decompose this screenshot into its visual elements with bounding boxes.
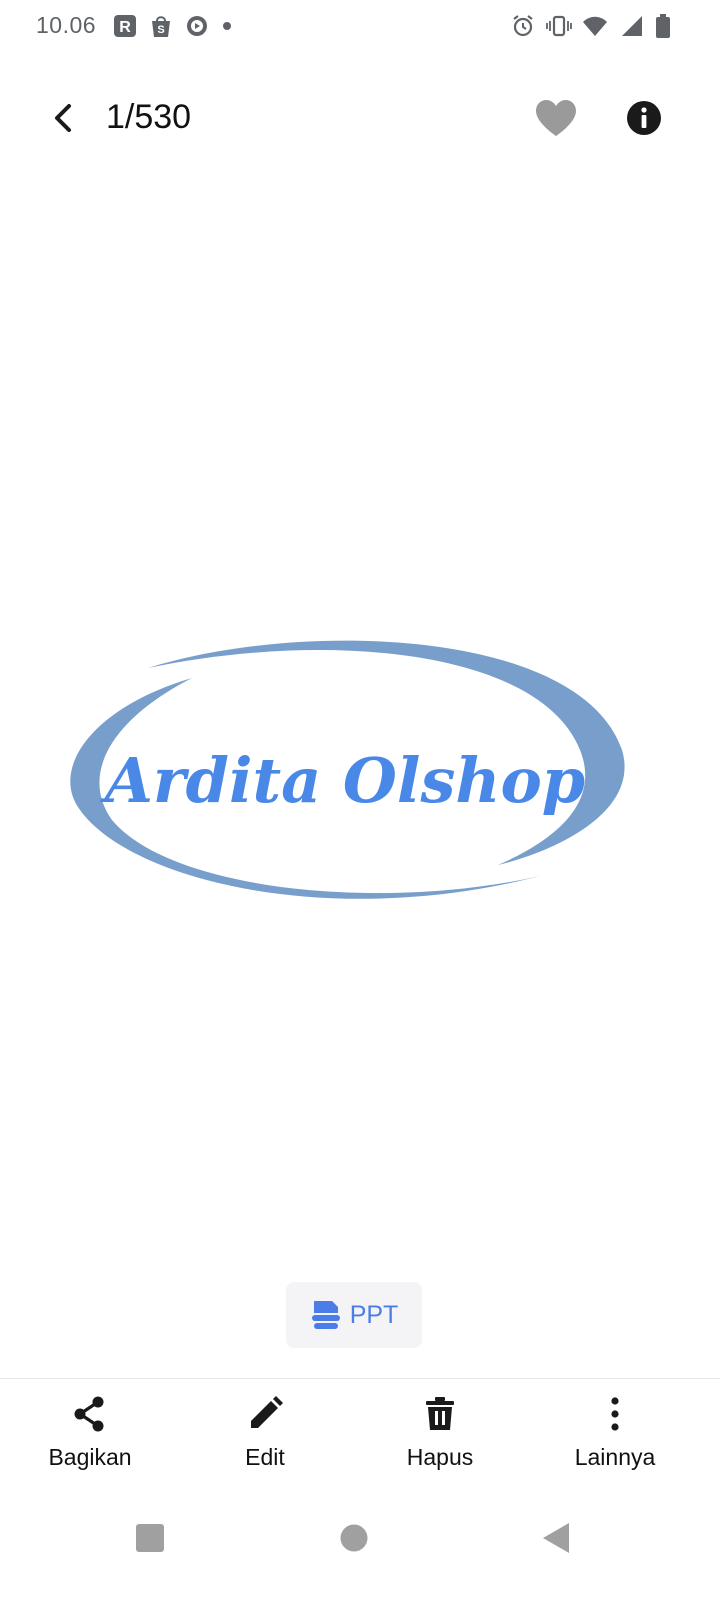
info-icon	[627, 101, 661, 135]
system-nav-bar	[0, 1494, 720, 1600]
home-button[interactable]	[324, 1508, 384, 1568]
back-button[interactable]	[40, 94, 88, 142]
square-icon	[136, 1524, 164, 1552]
edit-label: Edit	[245, 1444, 285, 1470]
r-app-icon: R	[114, 15, 136, 37]
notification-icons: R S	[112, 13, 234, 39]
favorite-button[interactable]	[532, 94, 580, 142]
share-button[interactable]: Bagikan	[2, 1394, 178, 1486]
alarm-icon	[513, 15, 533, 37]
info-button[interactable]	[620, 94, 668, 142]
vibrate-icon	[546, 15, 572, 37]
arrow-left-icon	[55, 104, 71, 132]
cell-signal-icon	[622, 16, 642, 36]
share-icon	[74, 1396, 104, 1432]
photo-viewer[interactable]: Ardita Olshop	[0, 160, 720, 1270]
status-bar: 10.06 R S	[0, 0, 720, 54]
more-vert-icon	[611, 1397, 619, 1431]
battery-icon	[656, 14, 670, 38]
action-bar: Bagikan Edit Hapus Lainnya	[0, 1380, 720, 1490]
triangle-back-icon	[543, 1523, 569, 1553]
svg-text:R: R	[119, 19, 131, 36]
ppt-chip[interactable]: PPT	[286, 1282, 422, 1348]
nav-back-button[interactable]	[526, 1508, 586, 1568]
photo-image: Ardita Olshop	[70, 640, 625, 899]
more-label: Lainnya	[574, 1444, 656, 1470]
photo-counter: 1/530	[106, 98, 192, 136]
system-icons	[510, 13, 672, 39]
status-time: 10.06	[36, 12, 97, 38]
more-button[interactable]: Lainnya	[527, 1394, 703, 1486]
action-bar-divider	[0, 1378, 720, 1379]
logo-text: Ardita Olshop	[100, 744, 585, 817]
trash-icon	[426, 1397, 454, 1430]
edit-button[interactable]: Edit	[177, 1394, 353, 1486]
heart-icon	[536, 100, 576, 136]
wifi-icon	[583, 16, 607, 36]
media-app-icon	[187, 16, 207, 36]
recents-button[interactable]	[120, 1508, 180, 1568]
share-label: Bagikan	[48, 1444, 132, 1470]
ppt-doc-icon	[311, 1301, 340, 1329]
circle-icon	[340, 1524, 368, 1552]
shopee-bag-icon: S	[152, 16, 170, 37]
svg-text:S: S	[157, 24, 164, 36]
ppt-label: PPT	[349, 1300, 399, 1329]
pencil-icon	[251, 1396, 283, 1428]
delete-button[interactable]: Hapus	[352, 1394, 528, 1486]
viewer-top-bar: 1/530	[0, 80, 720, 156]
delete-label: Hapus	[406, 1444, 474, 1470]
dot-icon	[223, 22, 231, 30]
